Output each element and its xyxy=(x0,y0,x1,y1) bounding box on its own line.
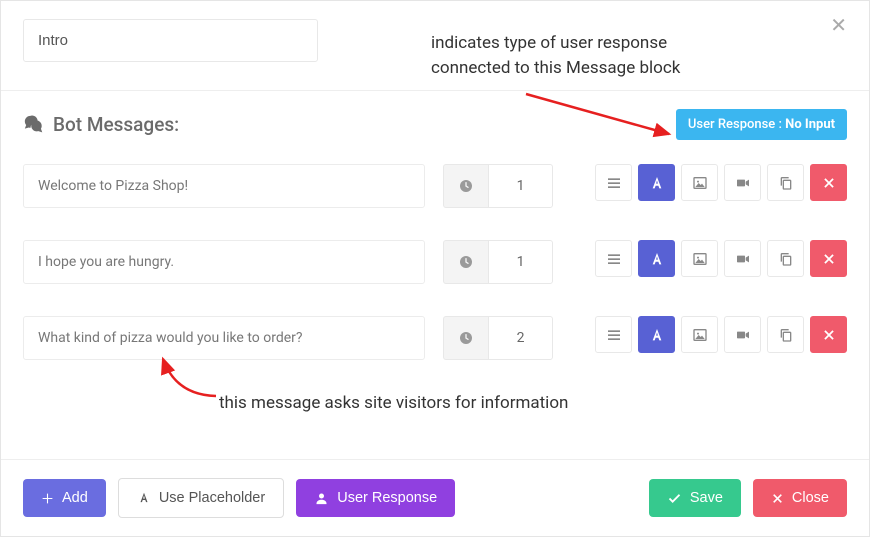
user-response-button[interactable]: User Response xyxy=(296,479,455,517)
clock-icon-box xyxy=(443,164,488,208)
image-icon xyxy=(692,175,708,191)
delete-icon xyxy=(822,252,836,266)
delete-icon xyxy=(822,328,836,342)
video-type-button[interactable] xyxy=(724,316,761,353)
reorder-button[interactable] xyxy=(595,316,632,353)
delete-button[interactable] xyxy=(810,240,847,277)
clock-icon xyxy=(458,178,474,194)
image-type-button[interactable] xyxy=(681,164,718,201)
section-title: Bot Messages: xyxy=(23,113,179,136)
add-button[interactable]: Add xyxy=(23,479,106,517)
video-icon xyxy=(735,175,751,191)
delay-group: 1 xyxy=(443,164,553,208)
check-icon xyxy=(667,491,682,506)
close-button[interactable]: Close xyxy=(753,479,847,517)
menu-icon xyxy=(606,327,622,343)
clock-icon xyxy=(458,330,474,346)
clock-icon-box xyxy=(443,316,488,360)
image-type-button[interactable] xyxy=(681,240,718,277)
message-row: What kind of pizza would you like to ord… xyxy=(23,316,847,360)
close-icon[interactable]: ✕ xyxy=(830,15,847,35)
duplicate-button[interactable] xyxy=(767,240,804,277)
copy-icon xyxy=(778,327,794,343)
text-type-button[interactable] xyxy=(638,164,675,201)
text-icon xyxy=(649,327,665,343)
delay-input[interactable]: 2 xyxy=(488,316,553,360)
menu-icon xyxy=(606,251,622,267)
delay-input[interactable]: 1 xyxy=(488,240,553,284)
image-icon xyxy=(692,251,708,267)
video-icon xyxy=(735,327,751,343)
delay-input[interactable]: 1 xyxy=(488,164,553,208)
reorder-button[interactable] xyxy=(595,240,632,277)
video-type-button[interactable] xyxy=(724,240,761,277)
copy-icon xyxy=(778,175,794,191)
duplicate-button[interactable] xyxy=(767,164,804,201)
delete-button[interactable] xyxy=(810,316,847,353)
user-icon xyxy=(314,491,329,506)
x-icon xyxy=(771,492,784,505)
video-icon xyxy=(735,251,751,267)
text-type-button[interactable] xyxy=(638,240,675,277)
reorder-button[interactable] xyxy=(595,164,632,201)
message-text-input[interactable]: I hope you are hungry. xyxy=(23,240,425,284)
clock-icon xyxy=(458,254,474,270)
delay-group: 2 xyxy=(443,316,553,360)
message-row: I hope you are hungry. 1 xyxy=(23,240,847,284)
annotation-response-type: indicates type of user response connecte… xyxy=(431,31,680,80)
video-type-button[interactable] xyxy=(724,164,761,201)
image-type-button[interactable] xyxy=(681,316,718,353)
duplicate-button[interactable] xyxy=(767,316,804,353)
use-placeholder-button[interactable]: Use Placeholder xyxy=(118,478,284,518)
chat-icon xyxy=(23,114,45,136)
user-response-badge[interactable]: User Response : No Input xyxy=(676,109,847,140)
clock-icon-box xyxy=(443,240,488,284)
image-icon xyxy=(692,327,708,343)
message-text-input[interactable]: What kind of pizza would you like to ord… xyxy=(23,316,425,360)
block-title-input[interactable] xyxy=(23,19,318,62)
delete-button[interactable] xyxy=(810,164,847,201)
message-row: Welcome to Pizza Shop! 1 xyxy=(23,164,847,208)
delete-icon xyxy=(822,176,836,190)
delay-group: 1 xyxy=(443,240,553,284)
menu-icon xyxy=(606,175,622,191)
message-text-input[interactable]: Welcome to Pizza Shop! xyxy=(23,164,425,208)
plus-icon xyxy=(41,492,54,505)
text-type-button[interactable] xyxy=(638,316,675,353)
save-button[interactable]: Save xyxy=(649,479,741,517)
copy-icon xyxy=(778,251,794,267)
text-icon xyxy=(649,251,665,267)
annotation-message-info: this message asks site visitors for info… xyxy=(219,393,568,413)
font-icon xyxy=(137,491,151,505)
text-icon xyxy=(649,175,665,191)
